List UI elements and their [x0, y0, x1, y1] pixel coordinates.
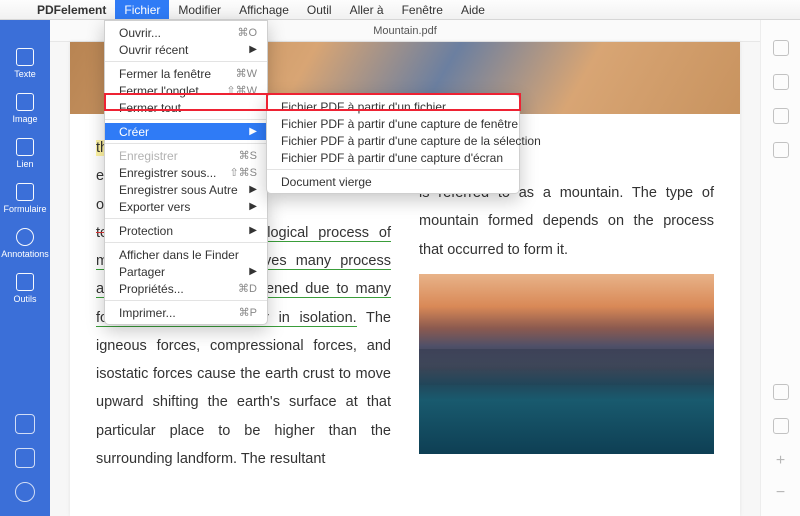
- form-icon: [16, 183, 34, 201]
- image-icon: [16, 93, 34, 111]
- menu-item-label: Ouvrir...: [119, 26, 161, 40]
- menu-item-label: Document vierge: [281, 175, 372, 189]
- image-tool[interactable]: Image: [12, 93, 37, 124]
- menubar: PDFelement Fichier Modifier Affichage Ou…: [0, 0, 800, 20]
- image-tool-label: Image: [12, 114, 37, 124]
- tools-icon: [16, 273, 34, 291]
- tools-tool-label: Outils: [13, 294, 36, 304]
- submenu-arrow-icon: ▶: [249, 266, 257, 277]
- right-sidebar: + −: [760, 20, 800, 516]
- annotations-icon: [16, 228, 34, 246]
- menu-modifier[interactable]: Modifier: [169, 0, 230, 19]
- shortcut-label: ⌘P: [239, 306, 257, 319]
- comments-icon[interactable]: [773, 142, 789, 158]
- file-menu-item[interactable]: Enregistrer sous... ⇧⌘S: [105, 164, 267, 181]
- file-menu-item[interactable]: Ouvrir récent ▶: [105, 41, 267, 58]
- menu-item-label: Exporter vers: [119, 200, 190, 214]
- form-tool-label: Formulaire: [3, 204, 46, 214]
- menu-affichage[interactable]: Affichage: [230, 0, 298, 19]
- menu-item-label: Fichier PDF à partir d'une capture de la…: [281, 134, 541, 148]
- create-submenu-item[interactable]: Fichier PDF à partir d'une capture de fe…: [267, 115, 519, 132]
- menu-item-label: Enregistrer: [119, 149, 178, 163]
- menu-item-label: Fichier PDF à partir d'un fichier...: [281, 100, 455, 114]
- submenu-arrow-icon: ▶: [249, 184, 257, 195]
- shortcut-label: ⌘S: [239, 149, 257, 162]
- menu-aller-a[interactable]: Aller à: [341, 0, 393, 19]
- menu-item-label: Afficher dans le Finder: [119, 248, 239, 262]
- menu-item-label: Fermer l'onglet: [119, 84, 199, 98]
- menu-item-label: Partager: [119, 265, 165, 279]
- tools-tool[interactable]: Outils: [13, 273, 36, 304]
- menu-item-label: Fichier PDF à partir d'une capture d'écr…: [281, 151, 503, 165]
- create-submenu-item[interactable]: Fichier PDF à partir d'un fichier...: [267, 98, 519, 115]
- file-menu-item[interactable]: Créer ▶: [105, 123, 267, 140]
- redo-button[interactable]: [15, 448, 35, 468]
- link-icon: [16, 138, 34, 156]
- create-submenu-item[interactable]: Fichier PDF à partir d'une capture d'écr…: [267, 149, 519, 166]
- file-menu-item[interactable]: Ouvrir... ⌘O: [105, 24, 267, 41]
- body-text: The igneous forces, compressional forces…: [96, 310, 391, 467]
- menu-item-label: Propriétés...: [119, 282, 184, 296]
- shortcut-label: ⇧⌘W: [226, 84, 257, 97]
- lake-image: [419, 274, 714, 454]
- shortcut-label: ⇧⌘S: [229, 166, 257, 179]
- menu-fichier[interactable]: Fichier: [115, 0, 169, 19]
- search-icon[interactable]: [773, 108, 789, 124]
- create-submenu-item[interactable]: Document vierge: [267, 173, 519, 190]
- file-menu-item[interactable]: Imprimer... ⌘P: [105, 304, 267, 321]
- menu-item-label: Fermer la fenêtre: [119, 67, 211, 81]
- fit-page-icon[interactable]: [773, 418, 789, 434]
- submenu-arrow-icon: ▶: [249, 201, 257, 212]
- menu-item-label: Fermer tout: [119, 101, 181, 115]
- create-submenu: Fichier PDF à partir d'un fichier... Fich…: [266, 94, 520, 194]
- undo-button[interactable]: [15, 414, 35, 434]
- file-menu-item[interactable]: Propriétés... ⌘D: [105, 280, 267, 297]
- text-icon: [16, 48, 34, 66]
- menu-item-label: Créer: [119, 125, 149, 139]
- left-toolbar: Texte Image Lien Formulaire Annotations …: [0, 20, 50, 516]
- submenu-arrow-icon: ▶: [249, 126, 257, 137]
- file-menu-item[interactable]: Afficher dans le Finder: [105, 246, 267, 263]
- text-tool-label: Texte: [14, 69, 36, 79]
- form-tool[interactable]: Formulaire: [3, 183, 46, 214]
- text-tool[interactable]: Texte: [14, 48, 36, 79]
- submenu-arrow-icon: ▶: [249, 225, 257, 236]
- file-menu-item[interactable]: Fermer tout: [105, 99, 267, 116]
- menu-outil[interactable]: Outil: [298, 0, 341, 19]
- bookmarks-icon[interactable]: [773, 74, 789, 90]
- menu-aide[interactable]: Aide: [452, 0, 494, 19]
- file-menu-item[interactable]: Enregistrer sous Autre ▶: [105, 181, 267, 198]
- menu-item-label: Enregistrer sous...: [119, 166, 216, 180]
- zoom-in-button[interactable]: +: [776, 452, 785, 470]
- file-menu-item[interactable]: Exporter vers ▶: [105, 198, 267, 215]
- file-menu-item[interactable]: Protection ▶: [105, 222, 267, 239]
- user-button[interactable]: [15, 482, 35, 502]
- file-menu-dropdown: Ouvrir... ⌘O Ouvrir récent ▶ Fermer la fenêt…: [104, 20, 268, 325]
- file-menu-item[interactable]: Fermer l'onglet ⇧⌘W: [105, 82, 267, 99]
- shortcut-label: ⌘W: [236, 67, 257, 80]
- link-tool[interactable]: Lien: [16, 138, 34, 169]
- fit-width-icon[interactable]: [773, 384, 789, 400]
- shortcut-label: ⌘D: [238, 282, 257, 295]
- file-menu-item: Enregistrer ⌘S: [105, 147, 267, 164]
- thumbnails-icon[interactable]: [773, 40, 789, 56]
- create-submenu-item[interactable]: Fichier PDF à partir d'une capture de la…: [267, 132, 519, 149]
- body-text: is referred to as a mountain. The type o…: [419, 185, 714, 258]
- menu-fenetre[interactable]: Fenêtre: [393, 0, 452, 19]
- annotations-tool[interactable]: Annotations: [1, 228, 49, 259]
- document-tab[interactable]: Mountain.pdf: [373, 25, 437, 37]
- menu-item-label: Imprimer...: [119, 306, 176, 320]
- menu-item-label: Fichier PDF à partir d'une capture de fe…: [281, 117, 518, 131]
- shortcut-label: ⌘O: [237, 26, 257, 39]
- menu-item-label: Protection: [119, 224, 173, 238]
- annotations-tool-label: Annotations: [1, 249, 49, 259]
- zoom-out-button[interactable]: −: [776, 484, 785, 502]
- menu-item-label: Ouvrir récent: [119, 43, 188, 57]
- menu-item-label: Enregistrer sous Autre: [119, 183, 238, 197]
- file-menu-item[interactable]: Partager ▶: [105, 263, 267, 280]
- app-name[interactable]: PDFelement: [28, 3, 115, 17]
- submenu-arrow-icon: ▶: [249, 44, 257, 55]
- link-tool-label: Lien: [16, 159, 33, 169]
- file-menu-item[interactable]: Fermer la fenêtre ⌘W: [105, 65, 267, 82]
